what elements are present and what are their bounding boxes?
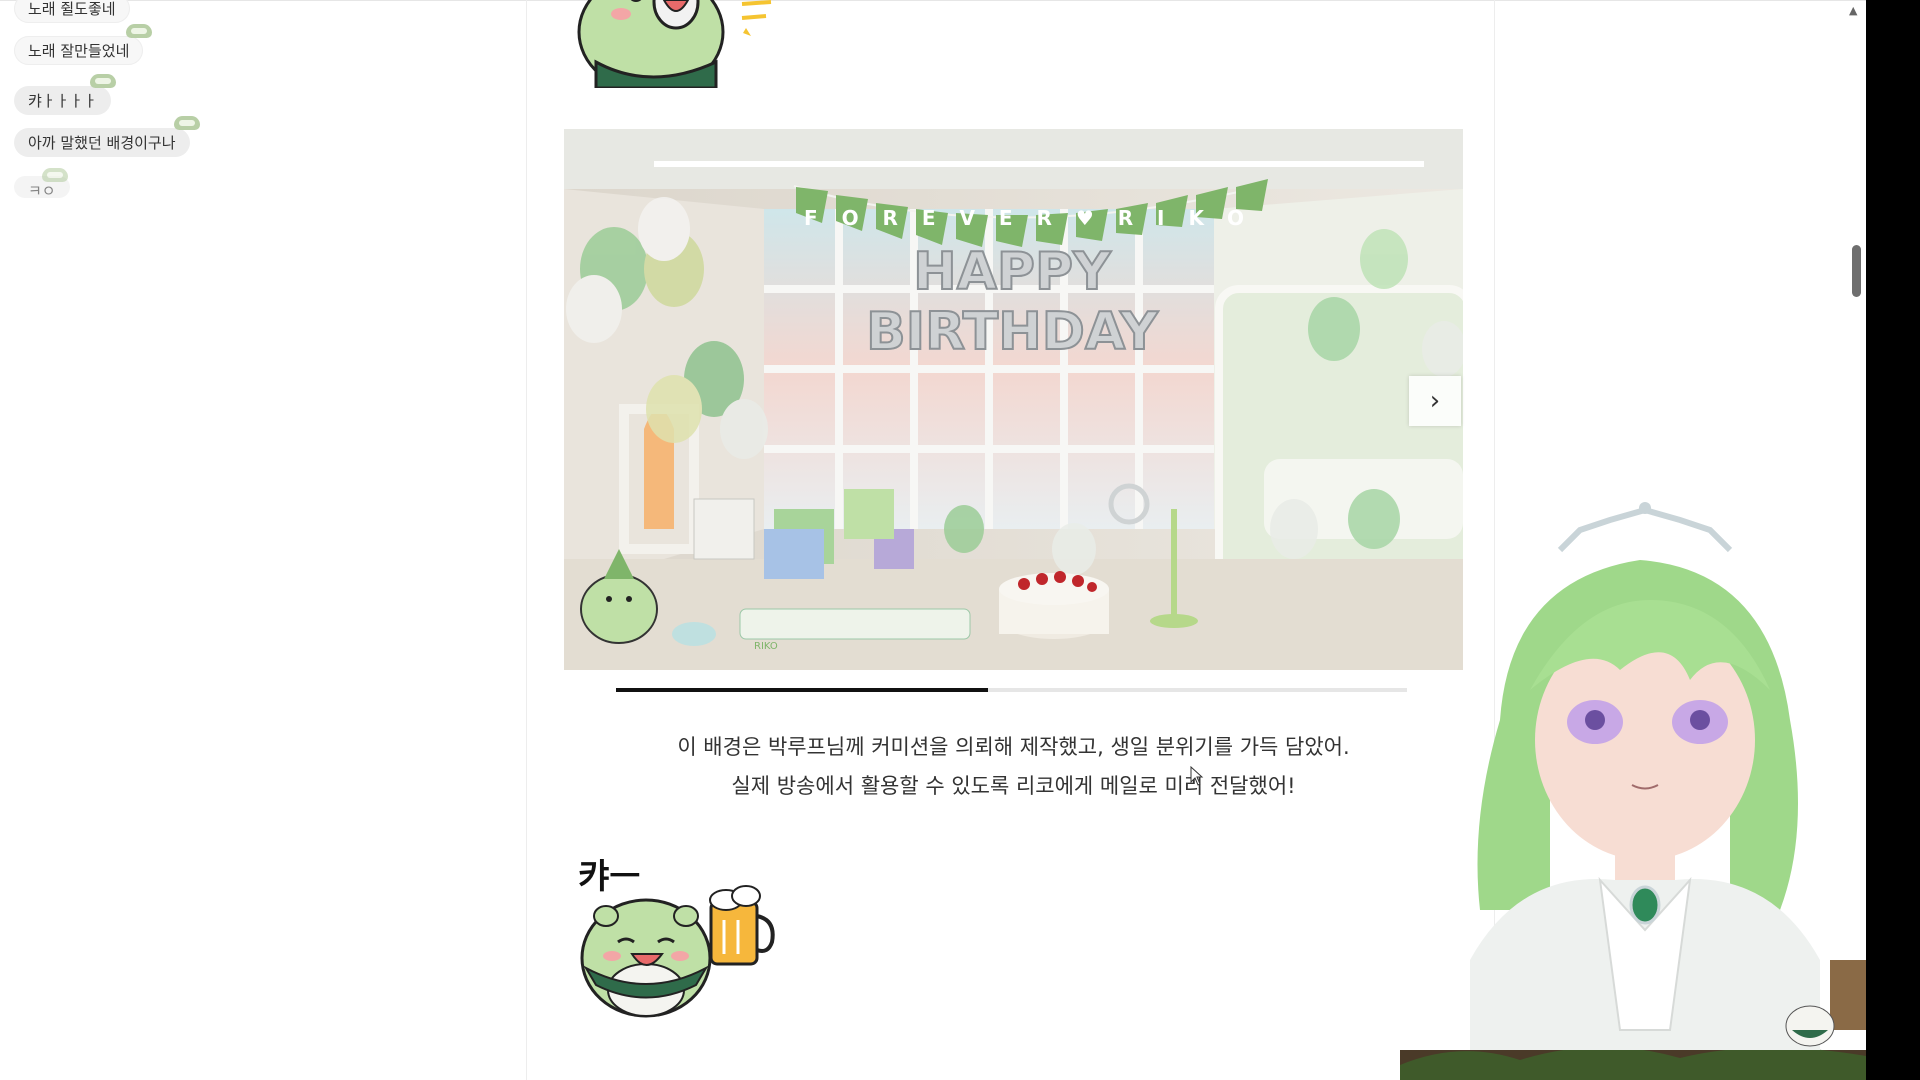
- birthday-background-image: FOREVER♥RIKO HAPPY BIRTHDAY RIKO: [564, 129, 1463, 670]
- hamster-sticker-image: [577, 0, 772, 88]
- chat-sticker-icon: [126, 24, 152, 38]
- keyboard-label: RIKO: [754, 641, 778, 652]
- screen-edge: [1866, 0, 1920, 1080]
- hamster-beer-sticker-image: 캬ㅡ: [578, 857, 775, 1018]
- chat-sticker-icon: [90, 74, 116, 88]
- chevron-right-icon: ›: [1429, 386, 1441, 416]
- chat-message: 노래 잘만들었네: [14, 36, 144, 65]
- chat-overlay: 노래 쥘도좋네 노래 잘만들었네 캬ㅏㅏㅏㅏ 아까 말했던 배경이구나 ㅋㅇ: [0, 0, 520, 200]
- banner-birthday: BIRTHDAY: [866, 302, 1159, 362]
- streamer-avatar: [1400, 502, 1866, 1080]
- chat-sticker-icon: [42, 168, 68, 182]
- image-caption: 이 배경은 박루프님께 커미션을 의뢰해 제작했고, 생일 분위기를 가득 담았…: [564, 728, 1463, 806]
- content-column-border: [526, 0, 527, 1080]
- mouse-cursor-icon: [1190, 766, 1204, 786]
- chat-message: 노래 쥘도좋네: [14, 0, 130, 23]
- chat-message: 캬ㅏㅏㅏㅏ: [14, 86, 112, 115]
- caption-line-2: 실제 방송에서 활용할 수 있도록 리코에게 메일로 미리 전달했어!: [731, 774, 1296, 798]
- slide-next-button[interactable]: ›: [1409, 376, 1461, 426]
- slide-progress-fill: [616, 688, 988, 692]
- slide-progress-bar[interactable]: [616, 688, 1407, 692]
- chat-sticker-icon: [174, 116, 200, 130]
- banner-happy: HAPPY: [913, 242, 1112, 302]
- kya-text: 캬ㅡ: [578, 857, 641, 897]
- scroll-up-arrow-icon[interactable]: ▲: [1849, 4, 1857, 17]
- chat-message: 아까 말했던 배경이구나: [14, 128, 190, 157]
- scrollbar-thumb[interactable]: [1852, 245, 1861, 297]
- caption-line-1: 이 배경은 박루프님께 커미션을 의뢰해 제작했고, 생일 분위기를 가득 담았…: [677, 735, 1350, 759]
